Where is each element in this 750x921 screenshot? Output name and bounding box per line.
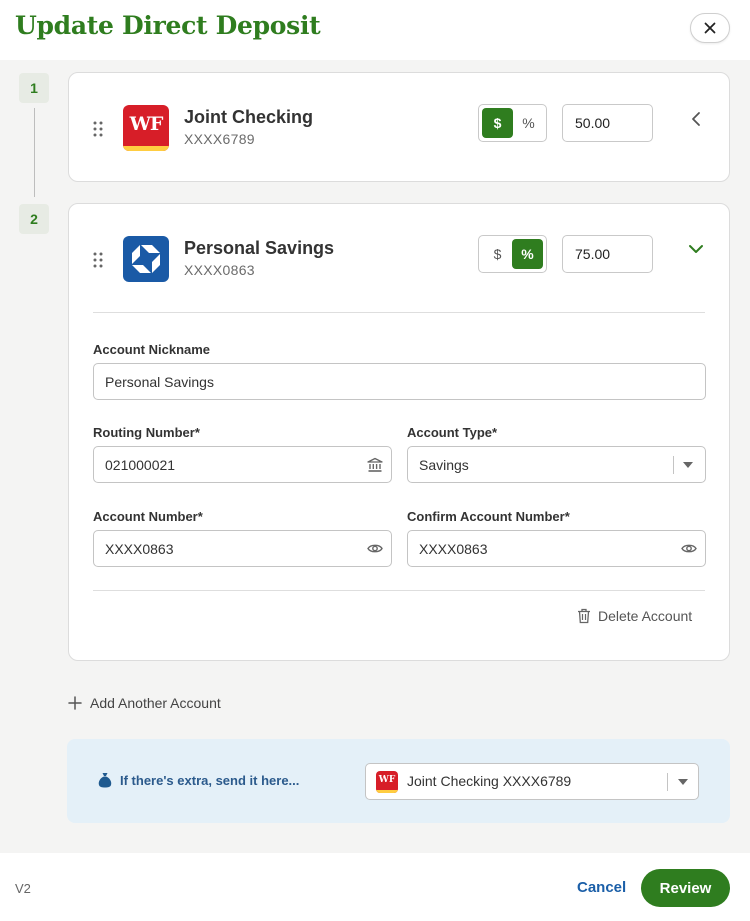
close-icon: [704, 22, 716, 34]
plus-icon: [68, 696, 82, 710]
routing-number-value: 021000021: [105, 456, 176, 473]
wells-fargo-logo: WF: [123, 105, 169, 151]
nickname-input[interactable]: Personal Savings: [93, 363, 706, 400]
account-number: XXXX6789: [184, 131, 255, 147]
close-button[interactable]: [690, 13, 730, 43]
confirm-account-number-label: Confirm Account Number*: [407, 509, 570, 524]
account-number-value: XXXX0863: [105, 540, 174, 557]
dropdown-caret-icon[interactable]: [683, 462, 693, 468]
amount-type-toggle: $ %: [478, 235, 547, 273]
amount-input[interactable]: 50.00: [562, 104, 653, 142]
account-name: Personal Savings: [184, 238, 335, 258]
step-number-2: 2: [19, 204, 49, 234]
add-account-label: Add Another Account: [90, 695, 221, 711]
drag-handle-icon[interactable]: [93, 121, 103, 137]
chase-logo: [123, 236, 169, 282]
review-button[interactable]: Review: [641, 869, 730, 907]
amount-input[interactable]: 75.00: [562, 235, 653, 273]
step-number-1: 1: [19, 73, 49, 103]
section-divider: [93, 312, 705, 313]
dropdown-caret-icon[interactable]: [678, 779, 688, 785]
add-account-button[interactable]: Add Another Account: [68, 695, 221, 711]
confirm-account-number-value: XXXX0863: [419, 540, 488, 557]
dollar-toggle[interactable]: $: [482, 108, 513, 138]
step-connector: [34, 108, 35, 197]
delete-account-button[interactable]: Delete Account: [577, 608, 692, 624]
account-type-value: Savings: [419, 456, 469, 473]
section-divider: [93, 590, 705, 591]
eye-icon[interactable]: [681, 543, 697, 554]
dollar-toggle[interactable]: $: [482, 239, 513, 269]
eye-icon[interactable]: [367, 543, 383, 554]
remainder-label: If there's extra, send it here...: [120, 773, 300, 788]
delete-account-label: Delete Account: [598, 608, 693, 624]
account-name: Joint Checking: [184, 107, 314, 127]
version-label: V2: [15, 881, 31, 896]
account-type-select[interactable]: Savings: [407, 446, 706, 483]
chase-octagon-icon: [132, 245, 160, 273]
account-card-personal-savings[interactable]: Personal Savings XXXX0863 $ % 75.00 Acco…: [68, 203, 730, 661]
modal-header: Update Direct Deposit: [0, 0, 750, 60]
chevron-down-icon[interactable]: [688, 244, 704, 254]
cancel-button[interactable]: Cancel: [577, 879, 626, 896]
percent-toggle[interactable]: %: [513, 108, 544, 138]
drag-handle-icon[interactable]: [93, 252, 103, 268]
account-number-label: Account Number*: [93, 509, 203, 524]
percent-toggle[interactable]: %: [512, 239, 543, 269]
routing-number-input[interactable]: 021000021: [93, 446, 392, 483]
wells-fargo-logo-text: WF: [378, 775, 396, 785]
remainder-account-value: Joint Checking XXXX6789: [407, 773, 572, 789]
trash-icon: [578, 608, 590, 624]
routing-number-label: Routing Number*: [93, 425, 200, 440]
wells-fargo-logo-text: WF: [129, 113, 164, 135]
bank-icon: [367, 457, 383, 472]
page-title: Update Direct Deposit: [15, 11, 321, 40]
account-number-input[interactable]: XXXX0863: [93, 530, 392, 567]
money-bag-icon: [98, 773, 112, 788]
account-type-label: Account Type*: [407, 425, 498, 440]
amount-type-toggle: $ %: [478, 104, 547, 142]
remainder-account-select[interactable]: WF Joint Checking XXXX6789: [365, 763, 699, 800]
chevron-left-icon[interactable]: [691, 111, 701, 127]
nickname-label: Account Nickname: [93, 342, 211, 357]
account-number: XXXX0863: [184, 262, 255, 278]
select-separator: [667, 773, 668, 791]
account-card-joint-checking[interactable]: WF Joint Checking XXXX6789 $ % 50.00: [68, 72, 730, 182]
modal-footer: V2 Cancel Review: [0, 853, 750, 921]
wells-fargo-logo: WF: [376, 771, 398, 793]
remainder-account-panel: If there's extra, send it here... WF Joi…: [67, 739, 730, 823]
select-separator: [673, 456, 674, 474]
confirm-account-number-input[interactable]: XXXX0863: [407, 530, 706, 567]
